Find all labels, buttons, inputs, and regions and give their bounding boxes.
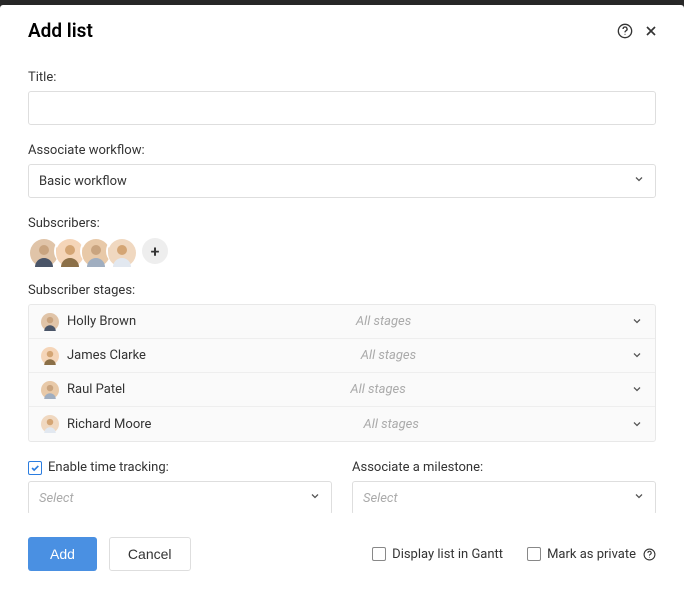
stages-label: Subscriber stages: <box>28 283 656 298</box>
subscriber-name: James Clarke <box>67 348 146 363</box>
modal-body: Title: Associate workflow: Basic workflo… <box>0 56 684 513</box>
chevron-down-icon <box>631 415 643 434</box>
add-subscriber-button[interactable]: + <box>142 238 168 264</box>
select-placeholder: Select <box>363 491 398 506</box>
subscriber-name: Raul Patel <box>67 382 125 397</box>
chevron-down-icon <box>631 346 643 365</box>
cancel-button[interactable]: Cancel <box>109 537 191 571</box>
workflow-select[interactable]: Basic workflow <box>28 164 656 198</box>
subscriber-name: Holly Brown <box>67 314 136 329</box>
subscribers-label: Subscribers: <box>28 216 656 231</box>
add-list-modal: Add list Title: Associate workflow: Basi… <box>0 5 684 595</box>
milestone-label: Associate a milestone: <box>352 460 656 475</box>
avatar <box>41 415 59 433</box>
avatar <box>41 381 59 399</box>
add-button[interactable]: Add <box>28 537 97 571</box>
subscriber-name: Richard Moore <box>67 417 151 432</box>
stage-value: All stages <box>146 348 631 363</box>
chevron-down-icon <box>631 312 643 331</box>
avatar[interactable] <box>106 237 134 265</box>
avatar[interactable] <box>54 237 82 265</box>
stage-value: All stages <box>136 314 631 329</box>
mark-private-checkbox[interactable] <box>527 547 541 561</box>
chevron-down-icon <box>631 380 643 399</box>
chevron-down-icon <box>309 490 321 506</box>
time-tracking-label: Enable time tracking: <box>48 460 169 475</box>
time-tracking-select[interactable]: Select <box>28 481 332 513</box>
avatar <box>41 313 59 331</box>
stage-row[interactable]: James Clarke All stages <box>29 339 655 373</box>
stage-value: All stages <box>125 382 631 397</box>
display-gantt-label: Display list in Gantt <box>392 547 503 562</box>
display-gantt-checkbox[interactable] <box>372 547 386 561</box>
subscriber-avatars: + <box>28 237 656 265</box>
workflow-label: Associate workflow: <box>28 143 656 158</box>
stage-row[interactable]: Holly Brown All stages <box>29 305 655 339</box>
title-input[interactable] <box>28 91 656 125</box>
stage-row[interactable]: Richard Moore All stages <box>29 407 655 441</box>
title-label: Title: <box>28 70 656 85</box>
help-icon[interactable] <box>616 22 634 40</box>
modal-footer: Add Cancel Display list in Gantt Mark as… <box>0 513 684 595</box>
avatar[interactable] <box>80 237 108 265</box>
select-placeholder: Select <box>39 491 74 506</box>
help-icon[interactable] <box>642 547 656 561</box>
time-tracking-checkbox[interactable] <box>28 461 42 475</box>
avatar <box>41 347 59 365</box>
subscriber-stages-list: Holly Brown All stages James Clarke All … <box>28 304 656 442</box>
stage-row[interactable]: Raul Patel All stages <box>29 373 655 407</box>
workflow-value: Basic workflow <box>39 174 127 189</box>
chevron-down-icon <box>633 173 645 189</box>
modal-title: Add list <box>28 19 608 42</box>
chevron-down-icon <box>633 490 645 506</box>
avatar[interactable] <box>28 237 56 265</box>
close-icon[interactable] <box>642 22 660 40</box>
mark-private-label: Mark as private <box>547 547 636 562</box>
modal-header: Add list <box>0 5 684 56</box>
stage-value: All stages <box>151 417 631 432</box>
milestone-select[interactable]: Select <box>352 481 656 513</box>
